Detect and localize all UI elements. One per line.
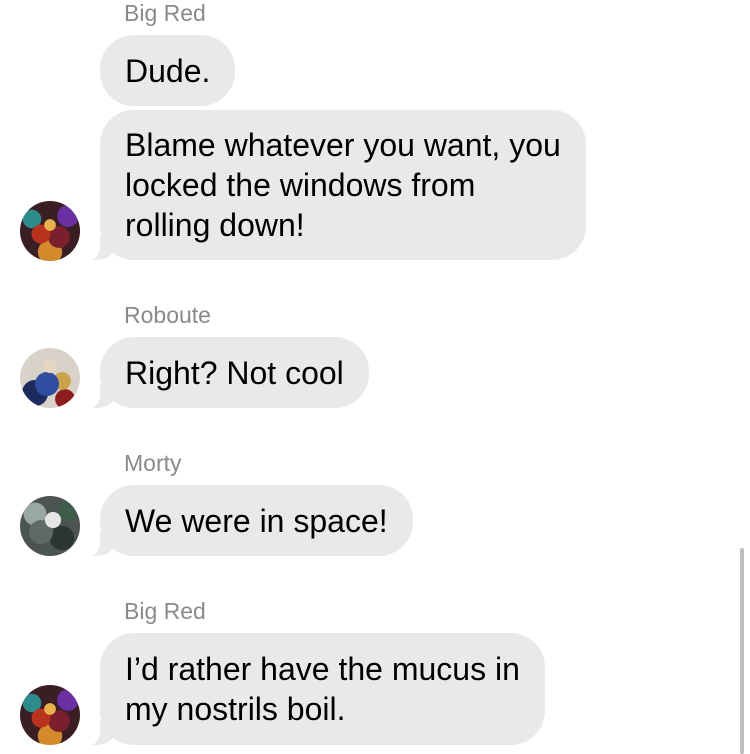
morty-avatar-icon[interactable] bbox=[20, 496, 80, 556]
message-text: Dude. bbox=[125, 52, 211, 89]
sender-name: Roboute bbox=[124, 302, 211, 328]
message-bubble[interactable]: Blame whatever you want, you locked the … bbox=[80, 110, 586, 261]
message-text: Right? Not cool bbox=[125, 354, 344, 391]
sender-name: Big Red bbox=[124, 0, 206, 26]
message-bubble[interactable]: We were in space! bbox=[80, 485, 413, 557]
scrollbar[interactable] bbox=[740, 548, 744, 754]
roboute-avatar-icon[interactable] bbox=[20, 348, 80, 408]
message-text: Blame whatever you want, you locked the … bbox=[125, 127, 561, 243]
chat-thread[interactable]: Big Red Dude. Blame whatever you want, y… bbox=[0, 0, 750, 754]
sender-name: Big Red bbox=[124, 598, 206, 624]
message-bubble[interactable]: Dude. bbox=[100, 35, 236, 106]
message-bubble[interactable]: I’d rather have the mucus in my nostrils… bbox=[80, 633, 545, 746]
message-text: I’d rather have the mucus in my nostrils… bbox=[125, 651, 520, 727]
message-text: We were in space! bbox=[125, 502, 388, 539]
big-red-avatar-icon[interactable] bbox=[20, 201, 80, 261]
message-bubble[interactable]: Right? Not cool bbox=[80, 337, 369, 409]
sender-name: Morty bbox=[124, 450, 182, 476]
big-red-avatar-icon[interactable] bbox=[20, 685, 80, 745]
